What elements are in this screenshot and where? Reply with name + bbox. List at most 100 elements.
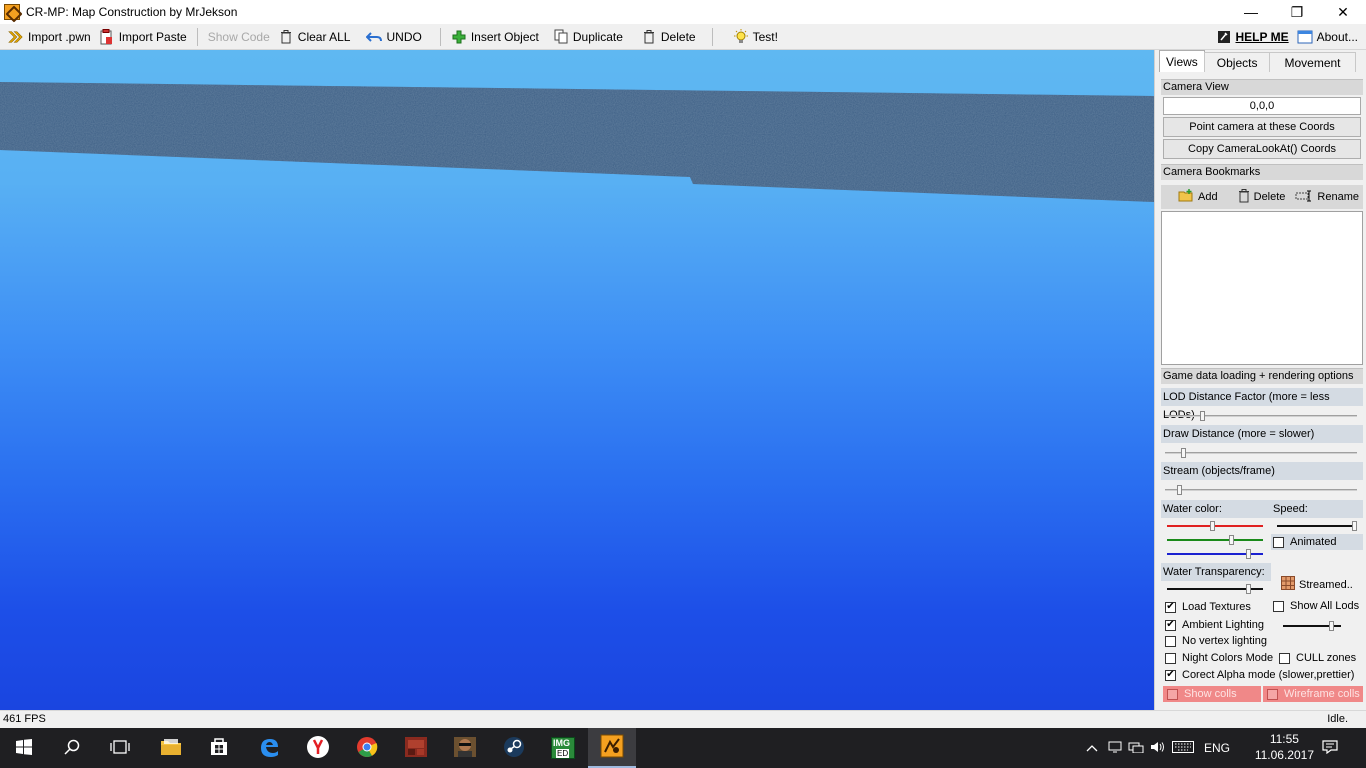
search-button[interactable] (48, 728, 96, 768)
show-all-lods-checkbox[interactable] (1273, 600, 1284, 612)
load-textures-checkbox[interactable]: ✔ (1165, 601, 1176, 613)
taskbar-steam[interactable] (490, 728, 538, 768)
night-colors-checkbox[interactable] (1165, 652, 1176, 664)
delete-button[interactable]: Delete (637, 26, 700, 48)
show-code-button[interactable]: Show Code (204, 26, 274, 48)
about-label: About... (1316, 30, 1358, 44)
slider-thumb[interactable] (1210, 521, 1216, 531)
double-chevron-icon (8, 29, 24, 45)
taskbar-store[interactable] (195, 728, 243, 768)
animated-label: Animated (1290, 536, 1337, 548)
slider-thumb[interactable] (1200, 411, 1206, 421)
draw-distance-slider[interactable] (1165, 448, 1357, 458)
taskbar-img-editor[interactable]: IMG ED (539, 728, 587, 768)
slider-thumb[interactable] (1245, 549, 1251, 559)
windows-taskbar: IMG ED ENG 11:55 11.06.2017 (0, 728, 1366, 768)
taskbar-chrome[interactable] (343, 728, 391, 768)
wireframe-colls-toggle[interactable]: Wireframe colls (1263, 686, 1363, 702)
cull-zones-checkbox[interactable] (1279, 652, 1290, 664)
test-button[interactable]: Test! (729, 26, 782, 48)
water-transparency-slider[interactable] (1167, 584, 1263, 594)
no-vertex-lighting-row[interactable]: No vertex lighting (1165, 635, 1267, 647)
language-indicator[interactable]: ENG (1204, 741, 1230, 755)
minimize-button[interactable]: — (1228, 0, 1274, 24)
img-editor-icon: IMG ED (551, 737, 575, 759)
slider-thumb[interactable] (1352, 521, 1358, 531)
taskbar-file-explorer[interactable] (147, 728, 195, 768)
ambient-lighting-row[interactable]: ✔ Ambient Lighting (1165, 619, 1264, 631)
no-vertex-lighting-label: No vertex lighting (1182, 635, 1267, 647)
chevron-up-icon[interactable] (1086, 741, 1098, 755)
tab-movement[interactable]: Movement (1269, 52, 1356, 72)
display-icon[interactable] (1108, 741, 1122, 756)
clear-all-button[interactable]: Clear ALL (274, 26, 355, 48)
task-view-button[interactable] (96, 728, 144, 768)
taskbar-gta-sa[interactable] (441, 728, 489, 768)
duplicate-button[interactable]: Duplicate (549, 26, 627, 48)
copy-camera-lookat-button[interactable]: Copy CameraLookAt() Coords (1163, 139, 1361, 159)
slider-thumb[interactable] (1177, 485, 1183, 495)
undo-button[interactable]: UNDO (362, 26, 425, 48)
water-color-label: Water color: (1161, 500, 1363, 518)
maximize-button[interactable]: ❐ (1274, 0, 1320, 24)
status-text: Idle. (1327, 713, 1348, 725)
cull-zones-label: CULL zones (1296, 652, 1357, 664)
taskbar-clock[interactable]: 11:55 11.06.2017 (1255, 731, 1314, 763)
start-button[interactable] (0, 728, 48, 768)
slider-thumb[interactable] (1181, 448, 1187, 458)
bookmarks-list[interactable] (1161, 211, 1363, 365)
keyboard-icon[interactable] (1172, 740, 1194, 756)
water-blue-slider[interactable] (1167, 549, 1263, 559)
water-speed-slider[interactable] (1277, 521, 1358, 531)
volume-icon[interactable] (1150, 741, 1166, 756)
tab-objects[interactable]: Objects (1203, 52, 1271, 72)
delete-bookmark-button[interactable]: Delete (1238, 188, 1285, 206)
night-colors-row[interactable]: Night Colors Mode (1165, 652, 1273, 664)
add-bookmark-button[interactable]: Add (1178, 189, 1218, 205)
correct-alpha-checkbox[interactable]: ✔ (1165, 669, 1176, 681)
taskbar-game-app[interactable] (392, 728, 440, 768)
map-viewport[interactable] (0, 50, 1154, 710)
slider-thumb[interactable] (1245, 584, 1251, 594)
correct-alpha-row[interactable]: ✔ Corect Alpha mode (slower,prettier) (1165, 669, 1354, 681)
insert-object-button[interactable]: Insert Object (447, 26, 543, 48)
toolbar-right-group: HELP ME About... (1212, 26, 1363, 48)
import-paste-button[interactable]: Import Paste (95, 26, 191, 48)
taskbar-map-construction[interactable] (588, 728, 636, 768)
cull-zones-row[interactable]: CULL zones (1279, 652, 1356, 664)
notifications-icon (1322, 739, 1338, 757)
about-button[interactable]: About... (1293, 26, 1362, 48)
show-colls-toggle[interactable]: Show colls (1163, 686, 1261, 702)
animated-checkbox[interactable] (1273, 536, 1284, 548)
toolbar-separator (196, 27, 198, 46)
slider-thumb[interactable] (1229, 535, 1235, 545)
tab-views[interactable]: Views (1159, 50, 1205, 72)
stream-slider[interactable] (1165, 485, 1357, 495)
water-green-slider[interactable] (1167, 535, 1263, 545)
point-camera-button[interactable]: Point camera at these Coords (1163, 117, 1361, 137)
action-center-button[interactable] (1310, 728, 1350, 768)
help-me-button[interactable]: HELP ME (1212, 26, 1293, 48)
no-vertex-lighting-checkbox[interactable] (1165, 635, 1176, 647)
slider-thumb[interactable] (1329, 621, 1335, 631)
taskbar-yandex[interactable] (294, 728, 342, 768)
ambient-lighting-checkbox[interactable]: ✔ (1165, 619, 1176, 631)
close-button[interactable]: ✕ (1320, 0, 1366, 24)
camera-coords-field[interactable]: 0,0,0 (1163, 97, 1361, 115)
animated-checkbox-row[interactable]: Animated (1271, 534, 1363, 550)
import-pwn-button[interactable]: Import .pwn (4, 26, 95, 48)
taskbar-edge[interactable] (245, 728, 293, 768)
streamed-button[interactable]: Streamed.. (1281, 576, 1353, 593)
gta-character-icon (453, 736, 477, 761)
show-code-label: Show Code (207, 29, 270, 44)
show-colls-checkbox[interactable] (1167, 688, 1178, 700)
water-red-slider[interactable] (1167, 521, 1263, 531)
wireframe-colls-checkbox[interactable] (1267, 688, 1278, 700)
rename-bookmark-button[interactable]: Rename (1295, 190, 1359, 205)
ambient-lighting-slider[interactable] (1283, 621, 1341, 631)
duplicate-icon (553, 29, 569, 45)
network-icon[interactable] (1128, 741, 1144, 756)
lod-distance-slider[interactable] (1165, 411, 1357, 421)
show-all-lods-row[interactable]: Show All Lods (1273, 600, 1359, 612)
load-textures-row[interactable]: ✔ Load Textures (1165, 601, 1251, 613)
